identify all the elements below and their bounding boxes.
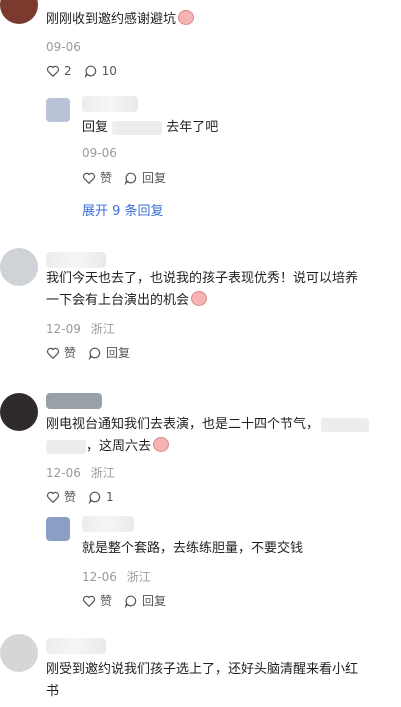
comment-bubble-icon	[84, 65, 96, 78]
username[interactable]	[46, 638, 106, 654]
avatar[interactable]	[0, 248, 38, 286]
avatar[interactable]	[46, 98, 70, 122]
like-button[interactable]: 赞	[82, 592, 112, 609]
mention[interactable]	[112, 120, 163, 135]
comment-actions: 赞 回复	[46, 344, 130, 361]
comment-bubble-icon	[88, 491, 101, 504]
heart-icon	[46, 65, 60, 78]
reply-date: 12-06	[82, 570, 117, 584]
comment-date: 12-09	[46, 322, 81, 336]
reply-count: 10	[101, 64, 117, 78]
like-button[interactable]: 赞	[46, 344, 76, 361]
heart-icon	[46, 491, 60, 503]
comment-text: ，这周六去	[46, 436, 170, 457]
username[interactable]	[46, 252, 106, 268]
comment-date: 12-06	[46, 466, 81, 480]
reply-location: 浙江	[126, 570, 151, 584]
comment-text: 刚刚收到邀约感谢避坑	[46, 9, 195, 30]
avatar[interactable]	[46, 517, 70, 541]
comment-text: 刚电视台通知我们去表演，也是二十四个节气，	[46, 414, 370, 435]
reply-count: 1	[106, 489, 114, 504]
comment-actions: 赞 1	[46, 488, 114, 505]
heart-icon	[82, 172, 96, 184]
redacted-text	[46, 439, 86, 454]
comment-bubble-icon	[88, 347, 101, 360]
reply-button[interactable]: 回复	[124, 169, 166, 186]
reply-button[interactable]: 回复	[124, 592, 166, 609]
comment-meta: 12-09 浙江	[46, 320, 115, 337]
pig-emoji-icon	[191, 291, 208, 306]
comment-actions: 2 10	[46, 64, 117, 78]
comment-text: 一下会有上台演出的机会	[46, 290, 208, 311]
comment-meta: 12-06 浙江	[46, 464, 115, 481]
username[interactable]	[46, 393, 102, 409]
reply-actions: 赞 回复	[82, 169, 166, 186]
reply-meta: 12-06 浙江	[82, 568, 151, 585]
like-button[interactable]: 赞	[82, 169, 112, 186]
avatar[interactable]	[0, 393, 38, 431]
like-count: 2	[64, 64, 72, 78]
comment-bubble-icon	[124, 172, 137, 185]
reply-date: 09-06	[82, 146, 117, 160]
like-button[interactable]: 赞	[46, 488, 76, 505]
reply-button[interactable]: 回复	[88, 344, 130, 361]
avatar[interactable]	[0, 634, 38, 672]
heart-icon	[46, 347, 60, 359]
pig-emoji-icon	[153, 437, 170, 452]
redacted-text	[321, 417, 370, 432]
username[interactable]	[82, 516, 134, 532]
comment-text: 我们今天也去了，也说我的孩子表现优秀！说可以培养	[46, 271, 359, 286]
reply-actions: 赞 回复	[82, 592, 166, 609]
reply-text: 就是整个套路，去练练胆量，不要交钱	[82, 541, 304, 556]
avatar[interactable]	[0, 0, 38, 24]
username[interactable]	[82, 96, 138, 112]
reply-button[interactable]: 1	[88, 490, 114, 504]
pig-emoji-icon	[178, 10, 195, 25]
reply-button[interactable]: 10	[84, 64, 117, 78]
expand-replies-link[interactable]: 展开 9 条回复	[82, 200, 164, 219]
comment-text: 书	[46, 684, 60, 699]
heart-icon	[82, 595, 96, 607]
comment-text: 刚受到邀约说我们孩子选上了，还好头脑清醒来看小红	[46, 662, 359, 677]
comment-location: 浙江	[90, 322, 115, 336]
reply-text: 回复 去年了吧	[82, 120, 219, 135]
comment-date: 09-06	[46, 40, 81, 54]
comment-bubble-icon	[124, 595, 137, 608]
comment-location: 浙江	[90, 466, 115, 480]
like-button[interactable]: 2	[46, 64, 72, 78]
